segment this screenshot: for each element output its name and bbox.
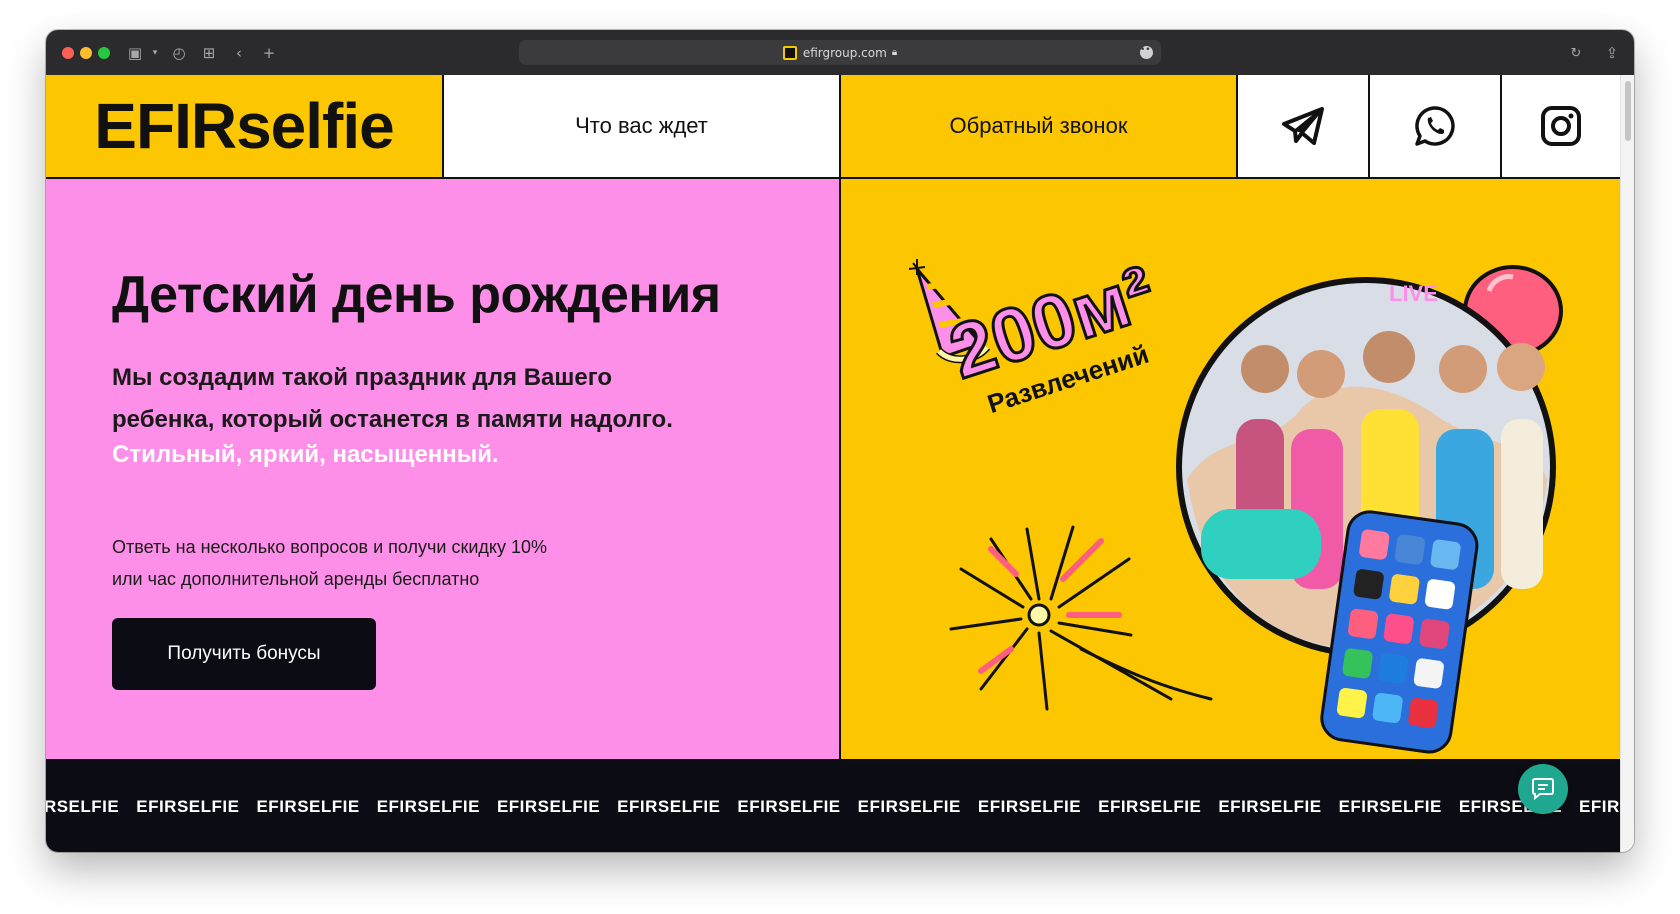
nav-link-callback[interactable]: Обратный звонок: [841, 75, 1238, 177]
marquee-item: EFIRSELFIE: [496, 797, 601, 816]
nav-link-what-awaits[interactable]: Что вас ждет: [444, 75, 841, 177]
hero-tagline: Стильный, яркий, насыщенный.: [112, 441, 499, 468]
brand-marquee: EFIRSELFIE EFIRSELFIE EFIRSELFIE EFIRSELFIE…: [46, 759, 1620, 852]
marquee-track: EFIRSELFIE EFIRSELFIE EFIRSELFIE EFIRSELFIE…: [46, 797, 1620, 817]
sidebar-icon[interactable]: ▣: [124, 42, 146, 64]
instagram-link[interactable]: [1502, 75, 1620, 177]
marquee-item: EFIRSELFIE: [737, 797, 841, 816]
browser-toolbar: ▣ ▾ ◴ ⊞ ‹ + efirgroup.com 🔒︎ ••• ↻ ⇪: [46, 30, 1634, 75]
nav-link-label: Обратный звонок: [949, 113, 1128, 138]
hero-subtitle: Мы создадим такой праздник для Вашего ре…: [112, 364, 673, 433]
chat-widget-button[interactable]: [1518, 764, 1568, 814]
marquee-item: EFIRSELFIE: [376, 797, 480, 816]
instagram-icon: [1541, 106, 1581, 146]
scrollbar-thumb[interactable]: [1625, 81, 1631, 141]
page-scrollbar[interactable]: [1620, 75, 1634, 852]
live-sign: LIVE: [1389, 281, 1438, 306]
minimize-window-button[interactable]: [80, 47, 92, 59]
back-icon[interactable]: ‹: [228, 42, 250, 64]
url-text: efirgroup.com: [802, 45, 887, 60]
hero-illustration-panel: 200м² Развлечений LIVE: [841, 179, 1620, 759]
marquee-item: EFIRSELFIE: [46, 797, 120, 816]
browser-window: ▣ ▾ ◴ ⊞ ‹ + efirgroup.com 🔒︎ ••• ↻ ⇪ EFI…: [46, 30, 1634, 852]
marquee-item: EFIRSELFIE: [857, 797, 961, 816]
quiz-offer-text: Ответь на несколько вопросов и получи ск…: [112, 537, 548, 589]
marquee-item: EFIRSELFIE: [1338, 797, 1442, 816]
whatsapp-link[interactable]: [1370, 75, 1502, 177]
hero-illustration: 200м² Развлечений LIVE: [908, 248, 1563, 754]
web-page: EFIRselfie Что вас ждет Обратный звонок: [46, 75, 1620, 852]
logo-text: EFIRselfie: [94, 90, 394, 162]
address-bar[interactable]: efirgroup.com 🔒︎ •••: [519, 40, 1161, 65]
history-icon[interactable]: ◴: [168, 42, 190, 64]
marquee-item: EFIRSELFIE: [1579, 797, 1620, 816]
telegram-icon: [1282, 107, 1324, 145]
new-tab-icon[interactable]: +: [258, 42, 280, 64]
page-menu-icon[interactable]: •••: [1140, 46, 1156, 59]
site-header: EFIRselfie Что вас ждет Обратный звонок: [46, 75, 1620, 179]
area-badge: 200м² Развлечений: [938, 248, 1165, 419]
chat-bubble-icon: [1532, 778, 1554, 801]
marquee-item: EFIRSELFIE: [1218, 797, 1322, 816]
page-title: Детский день рождения: [112, 266, 721, 324]
marquee-item: EFIRSELFIE: [136, 797, 240, 816]
share-icon[interactable]: ⇪: [1601, 42, 1623, 64]
tab-overview-icon[interactable]: ⊞: [198, 42, 220, 64]
get-bonuses-button[interactable]: Получить бонусы: [112, 618, 376, 690]
hero-text-panel: Детский день рождения Мы создадим такой …: [46, 179, 841, 759]
site-logo[interactable]: EFIRselfie: [46, 75, 444, 177]
close-window-button[interactable]: [62, 47, 74, 59]
zoom-window-button[interactable]: [98, 47, 110, 59]
marquee-item: EFIRSELFIE: [1098, 797, 1202, 816]
marquee-item: EFIRSELFIE: [617, 797, 721, 816]
reload-icon[interactable]: ↻: [1565, 42, 1587, 64]
telegram-link[interactable]: [1238, 75, 1370, 177]
firework-icon: [949, 525, 1213, 711]
nav-link-label: Что вас ждет: [575, 113, 708, 138]
marquee-item: EFIRSELFIE: [256, 797, 360, 816]
lock-icon: 🔒︎: [891, 47, 898, 58]
chevron-down-icon[interactable]: ▾: [144, 42, 166, 64]
marquee-item: EFIRSELFIE: [977, 797, 1082, 816]
whatsapp-icon: [1415, 106, 1455, 146]
site-favicon-icon: [782, 45, 797, 60]
